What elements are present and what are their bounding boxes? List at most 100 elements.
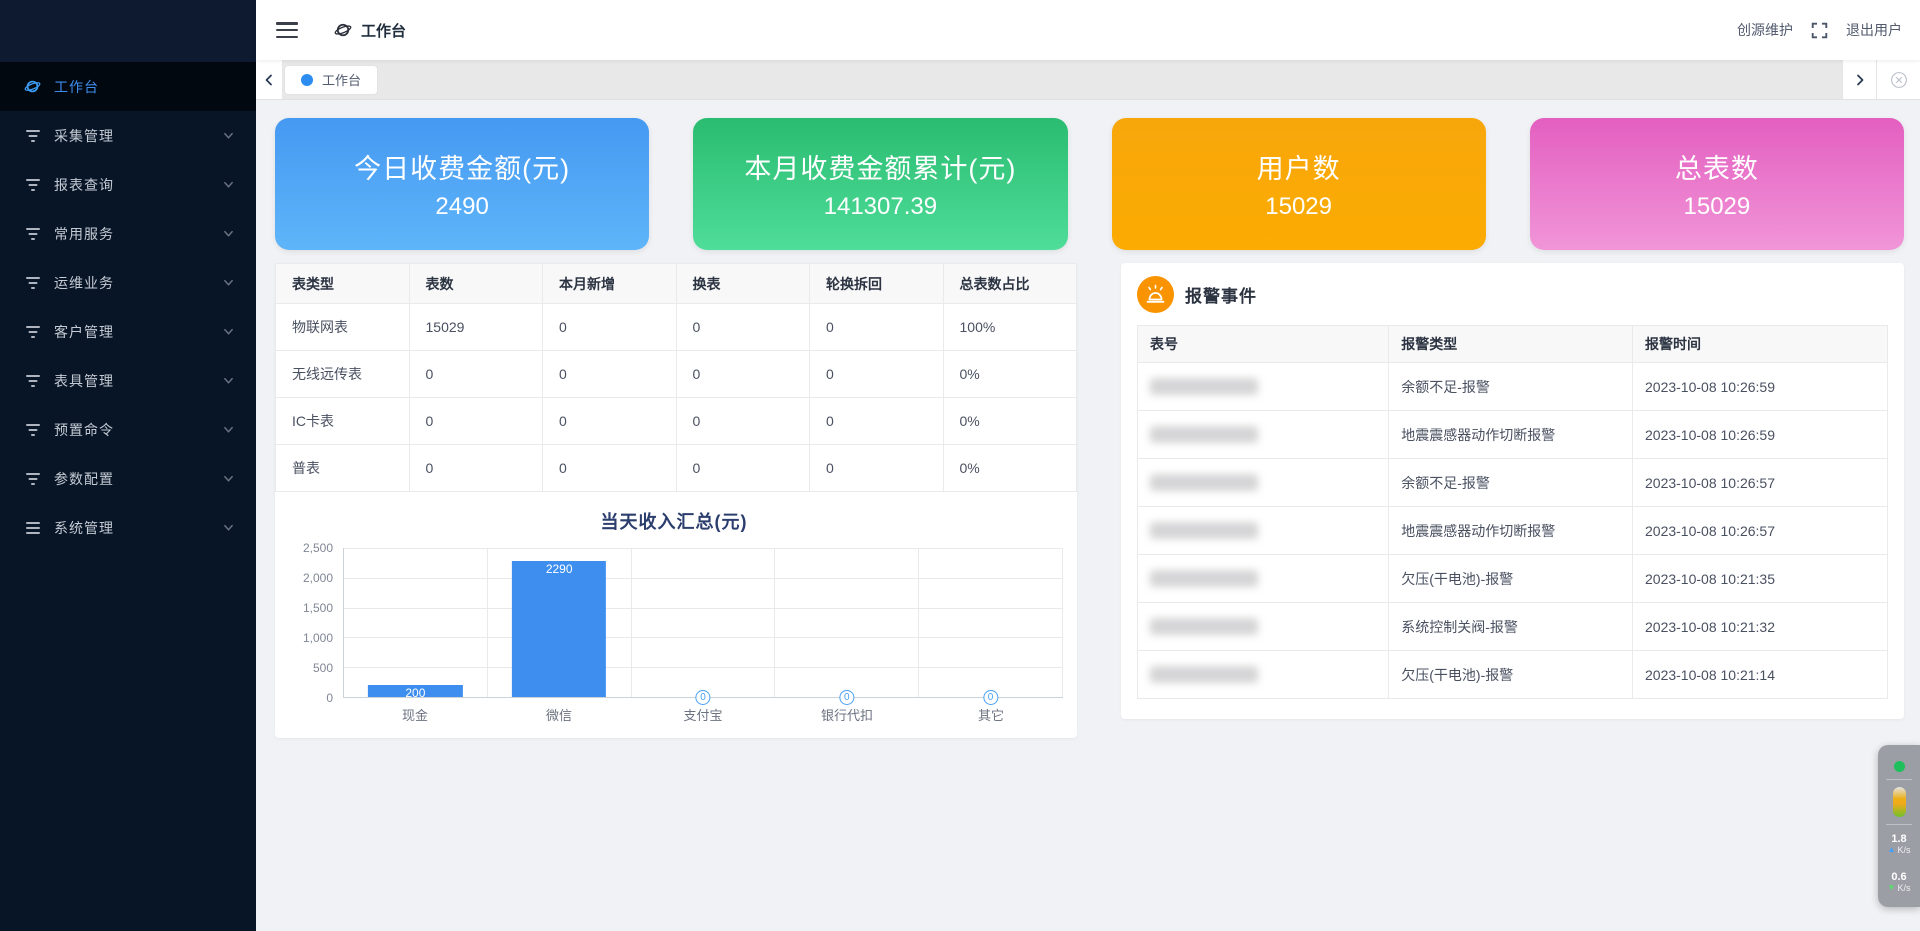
meter-no-masked	[1138, 411, 1389, 459]
chevron-down-icon	[223, 228, 234, 239]
alarm-type: 余额不足-报警	[1389, 363, 1633, 411]
current-user[interactable]: 创源维护	[1737, 20, 1793, 40]
tab-workbench[interactable]: 工作台	[285, 66, 377, 94]
cell: 0	[676, 351, 810, 398]
fullscreen-icon[interactable]	[1811, 22, 1828, 39]
arrow-down-icon: ▼	[1888, 883, 1896, 893]
table-row: 无线远传表00000%	[276, 351, 1077, 398]
tabs-scroll-left-button[interactable]	[256, 60, 283, 99]
cell: 0	[810, 445, 944, 492]
col-header: 报警时间	[1633, 326, 1888, 363]
y-tick: 2,000	[303, 571, 333, 585]
chart-slot: 0	[775, 548, 919, 697]
siren-icon	[1137, 276, 1174, 313]
chart-slot: 200	[344, 548, 488, 697]
sidebar-item-meters[interactable]: 表具管理	[0, 356, 256, 405]
chevron-down-icon	[223, 326, 234, 337]
cell: 0%	[943, 398, 1077, 445]
chart-slot: 0	[632, 548, 776, 697]
sidebar-item-system[interactable]: 系统管理	[0, 503, 256, 552]
meter-no-masked	[1138, 603, 1389, 651]
sidebar-item-preset-commands[interactable]: 预置命令	[0, 405, 256, 454]
table-row: IC卡表00000%	[276, 398, 1077, 445]
tab-bar: 工作台	[256, 60, 1920, 100]
chart-bar: 200	[368, 685, 462, 697]
chart-bar: 2290	[512, 561, 606, 697]
cell: 0	[676, 445, 810, 492]
cell: 0	[676, 304, 810, 351]
download-value: 0.6	[1891, 871, 1906, 883]
filter-icon	[24, 470, 41, 487]
sidebar-item-label: 参数配置	[54, 469, 223, 489]
tab-label: 工作台	[322, 70, 361, 89]
cell: 无线远传表	[276, 351, 410, 398]
y-tick: 0	[326, 691, 333, 705]
sidebar-item-label: 运维业务	[54, 273, 223, 293]
top-header: 工作台 创源维护 退出用户	[256, 0, 1920, 60]
sidebar-item-workbench[interactable]: 工作台	[0, 62, 256, 111]
sidebar-item-label: 表具管理	[54, 371, 223, 391]
planet-icon	[334, 21, 352, 39]
alarm-time: 2023-10-08 10:21:32	[1633, 603, 1888, 651]
chart-title: 当天收入汇总(元)	[285, 508, 1063, 534]
chart-x-axis: 现金 微信 支付宝 银行代扣 其它	[343, 705, 1063, 724]
upload-speed: 1.8 ▲K/s	[1878, 825, 1920, 863]
table-row: 余额不足-报警2023-10-08 10:26:57	[1138, 459, 1888, 507]
alarm-time: 2023-10-08 10:26:59	[1633, 363, 1888, 411]
stat-card-value: 141307.39	[824, 193, 937, 221]
bar-value-label: 0	[983, 690, 998, 705]
filter-icon	[24, 421, 41, 438]
sidebar-item-label: 客户管理	[54, 322, 223, 342]
battery-gauge-icon	[1878, 780, 1920, 824]
chevron-down-icon	[223, 424, 234, 435]
col-header: 换表	[676, 264, 810, 304]
stat-card-value: 2490	[435, 193, 488, 221]
sidebar-item-label: 采集管理	[54, 126, 223, 146]
tab-strip: 工作台	[283, 60, 1842, 99]
col-header: 报警类型	[1389, 326, 1633, 363]
col-header: 表数	[409, 264, 543, 304]
alarm-type: 地震震感器动作切断报警	[1389, 411, 1633, 459]
col-header: 表类型	[276, 264, 410, 304]
blurred-meter-number	[1150, 378, 1258, 395]
sidebar-item-operations[interactable]: 运维业务	[0, 258, 256, 307]
sidebar-item-reports[interactable]: 报表查询	[0, 160, 256, 209]
meter-stats-panel: 表类型 表数 本月新增 换表 轮换拆回 总表数占比 物联网表1502900010…	[275, 263, 1077, 738]
hamburger-menu-icon[interactable]	[276, 22, 298, 38]
stat-card-value: 15029	[1684, 193, 1751, 221]
tabs-scroll-right-button[interactable]	[1842, 60, 1876, 99]
stat-card-label: 今日收费金额(元)	[354, 147, 570, 186]
col-header: 总表数占比	[943, 264, 1077, 304]
table-row: 地震震感器动作切断报警2023-10-08 10:26:59	[1138, 411, 1888, 459]
filter-icon	[24, 372, 41, 389]
filter-icon	[24, 127, 41, 144]
sidebar-item-parameters[interactable]: 参数配置	[0, 454, 256, 503]
chevron-down-icon	[223, 375, 234, 386]
x-tick: 其它	[919, 705, 1063, 724]
cell: 0	[543, 351, 677, 398]
chevron-down-icon	[223, 130, 234, 141]
chevron-down-icon	[223, 522, 234, 533]
stat-card-value: 15029	[1265, 193, 1332, 221]
cell: 0	[543, 304, 677, 351]
table-header-row: 表类型 表数 本月新增 换表 轮换拆回 总表数占比	[276, 264, 1077, 304]
filter-icon	[24, 176, 41, 193]
y-tick: 1,500	[303, 601, 333, 615]
upload-value: 1.8	[1891, 833, 1906, 845]
planet-icon	[24, 78, 41, 95]
sidebar-item-services[interactable]: 常用服务	[0, 209, 256, 258]
y-tick: 1,000	[303, 631, 333, 645]
close-tabs-icon[interactable]	[1876, 60, 1920, 99]
sidebar-item-customers[interactable]: 客户管理	[0, 307, 256, 356]
alarm-type: 欠压(干电池)-报警	[1389, 555, 1633, 603]
sidebar-item-collection[interactable]: 采集管理	[0, 111, 256, 160]
cell: 0%	[943, 445, 1077, 492]
table-header-row: 表号 报警类型 报警时间	[1138, 326, 1888, 363]
blurred-meter-number	[1150, 426, 1258, 443]
network-speed-widget[interactable]: 1.8 ▲K/s 0.6 ▼K/s	[1878, 745, 1920, 907]
alarm-panel-title: 报警事件	[1185, 282, 1257, 307]
alarm-type: 地震震感器动作切断报警	[1389, 507, 1633, 555]
logout-button[interactable]: 退出用户	[1846, 20, 1902, 40]
cell: 0	[810, 398, 944, 445]
y-tick: 500	[313, 661, 333, 675]
